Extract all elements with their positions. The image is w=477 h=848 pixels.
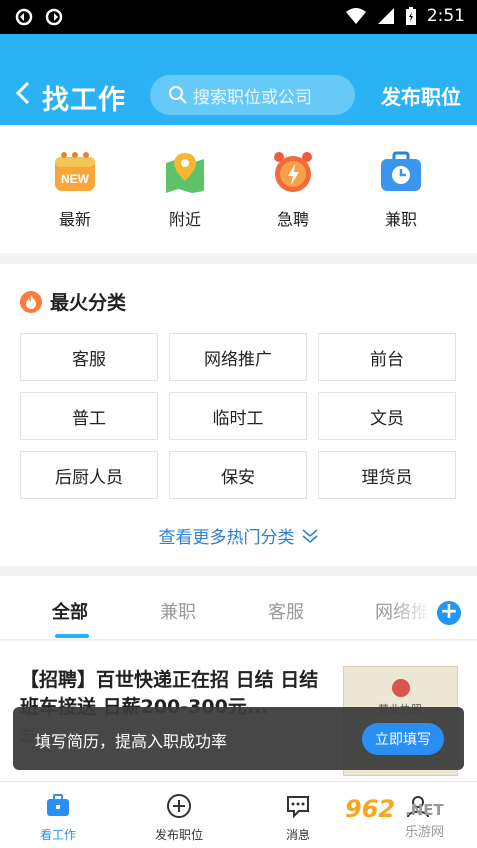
briefcase-clock-icon [378, 149, 424, 195]
search-input[interactable]: 搜索职位或公司 [150, 75, 355, 115]
quick-links: NEW 最新 附近 急聘 兼职 [0, 125, 477, 253]
nav-label: 看工作 [39, 828, 76, 842]
tab-all[interactable]: 全部 [52, 598, 88, 624]
plus-circle-icon [131, 792, 227, 820]
new-badge-icon: NEW [52, 149, 98, 195]
section-title: 最火分类 [20, 288, 126, 315]
search-icon [169, 86, 187, 104]
quick-link-urgent[interactable]: 急聘 [248, 149, 338, 230]
app-header: 找工作 搜索职位或公司 发布职位 [0, 34, 477, 125]
map-pin-icon [162, 149, 208, 195]
wifi-icon [345, 8, 366, 24]
nav-messages[interactable]: 消息 [250, 792, 346, 843]
category-item[interactable]: 前台 [318, 333, 456, 381]
svg-text:NEW: NEW [61, 172, 90, 186]
category-item[interactable]: 保安 [169, 451, 307, 499]
quick-link-latest[interactable]: NEW 最新 [30, 149, 120, 230]
fill-resume-button[interactable]: 立即填写 [362, 723, 444, 755]
battery-icon [405, 7, 416, 25]
quick-link-parttime[interactable]: 兼职 [356, 149, 446, 230]
add-tab-icon[interactable]: + [437, 601, 461, 625]
watermark-number: 962 [345, 795, 396, 823]
category-item[interactable]: 文员 [318, 392, 456, 440]
watermark-domain: .NET [405, 801, 444, 819]
back-icon[interactable] [14, 80, 36, 106]
category-item[interactable]: 后厨人员 [20, 451, 158, 499]
watermark-name: 乐游网 [405, 825, 445, 840]
category-item[interactable]: 普工 [20, 392, 158, 440]
briefcase-icon [10, 792, 106, 820]
more-categories-label: 查看更多热门分类 [158, 528, 295, 548]
quick-link-label: 急聘 [276, 210, 309, 229]
section-title-text: 最火分类 [50, 292, 127, 314]
nav-label: 消息 [285, 828, 310, 842]
signal-icon [377, 8, 394, 24]
active-tab-indicator [55, 634, 89, 638]
nav-label: 发布职位 [154, 828, 203, 842]
job-tabs: 全部 兼职 客服 网络推 + [0, 576, 477, 640]
category-grid: 客服 网络推广 前台 普工 临时工 文员 后厨人员 保安 理货员 [20, 333, 458, 499]
nav-publish-job[interactable]: 发布职位 [131, 792, 227, 843]
page-title: 找工作 [42, 85, 126, 116]
hot-categories-section: 最火分类 客服 网络推广 前台 普工 临时工 文员 后厨人员 保安 理货员 查看… [0, 264, 477, 566]
category-item[interactable]: 理货员 [318, 451, 456, 499]
alarm-clock-icon [270, 149, 316, 195]
tab-parttime[interactable]: 兼职 [160, 598, 196, 624]
quick-link-label: 附近 [168, 210, 201, 229]
tab-customer-service[interactable]: 客服 [268, 598, 304, 624]
double-chevron-down-icon [301, 528, 318, 543]
site-watermark-logo: 962 .NET 乐游网 [343, 795, 473, 845]
chat-bubble-icon [250, 792, 346, 820]
category-item[interactable]: 网络推广 [169, 333, 307, 381]
toast-message: 填写简历，提高入职成功率 [35, 732, 228, 751]
seal-icon [392, 679, 410, 697]
category-item[interactable]: 临时工 [169, 392, 307, 440]
sync-icon [45, 8, 63, 26]
search-placeholder: 搜索职位或公司 [193, 87, 312, 108]
quick-link-label: 最新 [58, 210, 91, 229]
status-time: 2:51 [426, 6, 465, 26]
quick-link-nearby[interactable]: 附近 [140, 149, 230, 230]
more-categories-link[interactable]: 查看更多热门分类 [0, 523, 477, 548]
quick-link-label: 兼职 [384, 210, 417, 229]
sync-icon [15, 8, 33, 26]
fire-icon [20, 290, 42, 313]
publish-job-button[interactable]: 发布职位 [381, 81, 461, 110]
status-bar: 2:51 [0, 0, 477, 34]
resume-prompt-toast: 填写简历，提高入职成功率 立即填写 [13, 707, 464, 770]
nav-browse-jobs[interactable]: 看工作 [10, 792, 106, 843]
category-item[interactable]: 客服 [20, 333, 158, 381]
